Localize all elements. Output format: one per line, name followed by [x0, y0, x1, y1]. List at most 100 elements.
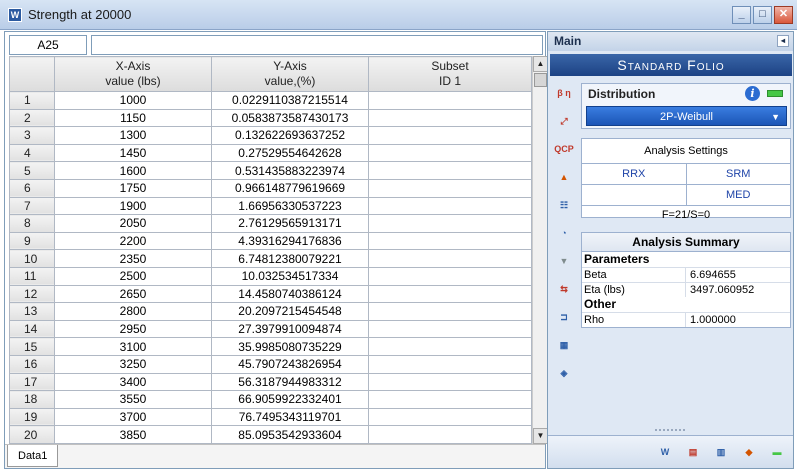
maximize-button[interactable]: □ — [753, 6, 772, 24]
x-value-cell[interactable]: 1300 — [54, 126, 212, 145]
x-value-cell[interactable]: 2500 — [54, 266, 212, 286]
table-row[interactable]: 7 1900 1.66956330537223 — [9, 196, 532, 216]
subset-cell[interactable] — [368, 319, 532, 339]
info-icon[interactable]: i — [745, 86, 760, 101]
row-number[interactable]: 11 — [9, 266, 55, 286]
subset-cell[interactable] — [368, 302, 532, 321]
table-row[interactable]: 3 1300 0.132622693637252 — [9, 126, 532, 145]
row-number[interactable]: 3 — [9, 126, 55, 145]
x-value-cell[interactable]: 2800 — [54, 302, 212, 321]
row-number[interactable]: 9 — [9, 231, 55, 251]
table-row[interactable]: 12 2650 14.4580740386124 — [9, 284, 532, 304]
gauge-icon[interactable]: ◔ — [553, 222, 575, 244]
table-row[interactable]: 13 2800 20.2097215454548 — [9, 302, 532, 321]
scroll-thumb[interactable] — [534, 73, 547, 87]
x-value-cell[interactable]: 3850 — [54, 425, 212, 444]
x-value-cell[interactable]: 3250 — [54, 354, 212, 374]
y-value-cell[interactable]: 66.9059922332401 — [211, 390, 369, 409]
subset-cell[interactable] — [368, 337, 532, 356]
close-button[interactable]: ✕ — [774, 6, 793, 24]
row-number[interactable]: 17 — [9, 372, 55, 392]
subset-cell[interactable] — [368, 126, 532, 145]
folio-icon[interactable]: ▥ — [710, 441, 732, 463]
row-number[interactable]: 12 — [9, 284, 55, 304]
y-value-cell[interactable]: 85.0953542933604 — [211, 425, 369, 444]
table-row[interactable]: 18 3550 66.9059922332401 — [9, 390, 532, 409]
column-header-subset[interactable]: Subset ID 1 — [368, 56, 532, 92]
distribution-dropdown[interactable]: 2P-Weibull ▼ — [586, 106, 787, 126]
table-row[interactable]: 16 3250 45.7907243826954 — [9, 354, 532, 374]
subset-cell[interactable] — [368, 91, 532, 110]
table-row[interactable]: 15 3100 35.9985080735229 — [9, 337, 532, 356]
navigate-icon[interactable]: ◈ — [553, 362, 575, 384]
row-number[interactable]: 8 — [9, 214, 55, 233]
row-number[interactable]: 6 — [9, 178, 55, 198]
subset-cell[interactable] — [368, 425, 532, 444]
row-number[interactable]: 16 — [9, 354, 55, 374]
y-value-cell[interactable]: 20.2097215454548 — [211, 302, 369, 321]
collapse-icon[interactable]: ◂ — [777, 35, 789, 47]
qcp-icon[interactable]: QCP — [553, 138, 575, 160]
row-number[interactable]: 14 — [9, 319, 55, 339]
x-value-cell[interactable]: 1450 — [54, 143, 212, 163]
x-value-cell[interactable]: 3700 — [54, 407, 212, 427]
table-row[interactable]: 1 1000 0.0229110387215514 — [9, 91, 532, 110]
table-row[interactable]: 5 1600 0.531435883223974 — [9, 161, 532, 180]
chart-icon[interactable]: ▲ — [553, 166, 575, 188]
table-row[interactable]: 2 1150 0.0583873587430173 — [9, 108, 532, 128]
table-row[interactable]: 17 3400 56.3187944983312 — [9, 372, 532, 392]
x-value-cell[interactable]: 3100 — [54, 337, 212, 356]
x-value-cell[interactable]: 1000 — [54, 91, 212, 110]
vertical-scrollbar[interactable]: ▲ ▼ — [532, 56, 548, 444]
y-value-cell[interactable]: 0.27529554642628 — [211, 143, 369, 163]
scroll-down-button[interactable]: ▼ — [533, 428, 548, 444]
row-number[interactable]: 10 — [9, 249, 55, 268]
column-header-x[interactable]: X-Axis value (lbs) — [54, 56, 212, 92]
x-value-cell[interactable]: 2350 — [54, 249, 212, 268]
subset-cell[interactable] — [368, 266, 532, 286]
parameter-icon[interactable]: β η — [553, 82, 575, 104]
y-value-cell[interactable]: 0.0229110387215514 — [211, 91, 369, 110]
row-number[interactable]: 19 — [9, 407, 55, 427]
y-value-cell[interactable]: 76.7495343119701 — [211, 407, 369, 427]
subset-cell[interactable] — [368, 178, 532, 198]
table-row[interactable]: 20 3850 85.0953542933604 — [9, 425, 532, 444]
subset-cell[interactable] — [368, 249, 532, 268]
srm-option[interactable]: SRM — [685, 164, 791, 184]
y-value-cell[interactable]: 14.4580740386124 — [211, 284, 369, 304]
scroll-up-button[interactable]: ▲ — [533, 56, 548, 72]
table-row[interactable]: 11 2500 10.032534517334 — [9, 266, 532, 286]
table-row[interactable]: 19 3700 76.7495343119701 — [9, 407, 532, 427]
table-row[interactable]: 8 2050 2.76129565913171 — [9, 214, 532, 233]
y-value-cell[interactable]: 0.0583873587430173 — [211, 108, 369, 128]
x-value-cell[interactable]: 2050 — [54, 214, 212, 233]
subset-cell[interactable] — [368, 196, 532, 216]
report-icon[interactable]: ▤ — [682, 441, 704, 463]
cell-reference-box[interactable]: A25 — [9, 35, 87, 55]
x-value-cell[interactable]: 3400 — [54, 372, 212, 392]
magnet-icon[interactable]: ⊐ — [553, 306, 575, 328]
x-value-cell[interactable]: 1150 — [54, 108, 212, 128]
plot-icon[interactable]: ⤢ — [553, 110, 575, 132]
subset-cell[interactable] — [368, 390, 532, 409]
subset-cell[interactable] — [368, 108, 532, 128]
row-number[interactable]: 7 — [9, 196, 55, 216]
x-value-cell[interactable]: 2650 — [54, 284, 212, 304]
x-value-cell[interactable]: 2950 — [54, 319, 212, 339]
y-value-cell[interactable]: 45.7907243826954 — [211, 354, 369, 374]
y-value-cell[interactable]: 10.032534517334 — [211, 266, 369, 286]
row-number[interactable]: 1 — [9, 91, 55, 110]
y-value-cell[interactable]: 6.74812380079221 — [211, 249, 369, 268]
table-arrows-icon[interactable]: ☷ — [553, 194, 575, 216]
y-value-cell[interactable]: 35.9985080735229 — [211, 337, 369, 356]
row-number[interactable]: 15 — [9, 337, 55, 356]
subset-cell[interactable] — [368, 161, 532, 180]
med-option[interactable]: MED — [685, 185, 791, 205]
transfer-icon[interactable]: ⇆ — [553, 278, 575, 300]
table-row[interactable]: 14 2950 27.3979910094874 — [9, 319, 532, 339]
y-value-cell[interactable]: 0.966148779619669 — [211, 178, 369, 198]
table-row[interactable]: 4 1450 0.27529554642628 — [9, 143, 532, 163]
subset-cell[interactable] — [368, 214, 532, 233]
splitter-grip[interactable] — [655, 429, 685, 433]
row-number[interactable]: 4 — [9, 143, 55, 163]
